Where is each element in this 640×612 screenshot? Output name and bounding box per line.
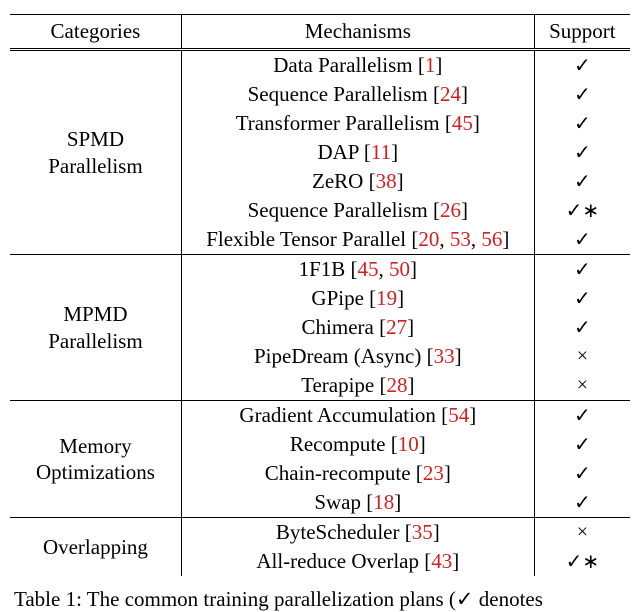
citation-link[interactable]: 56	[481, 227, 502, 251]
support-cell: ✓	[534, 401, 630, 431]
parallelization-table: Categories Mechanisms Support SPMDParall…	[10, 14, 630, 576]
mechanism-cell: Flexible Tensor Parallel [20, 53, 56]	[181, 225, 534, 255]
citation-link[interactable]: 27	[386, 315, 407, 339]
citation-link[interactable]: 23	[423, 461, 444, 485]
citation-link[interactable]: 11	[371, 140, 391, 164]
category-cell: MemoryOptimizations	[10, 401, 181, 518]
mechanism-cell: Swap [18]	[181, 488, 534, 518]
citation-link[interactable]: 28	[387, 373, 408, 397]
support-cell: ✓	[534, 459, 630, 488]
mechanism-cell: ZeRO [38]	[181, 167, 534, 196]
category-cell: SPMDParallelism	[10, 50, 181, 255]
mechanism-cell: Sequence Parallelism [24]	[181, 80, 534, 109]
citation-link[interactable]: 10	[398, 432, 419, 456]
citation-link[interactable]: 45	[452, 111, 473, 135]
citation-link[interactable]: 18	[373, 490, 394, 514]
citation-link[interactable]: 26	[440, 198, 461, 222]
category-cell: Overlapping	[10, 518, 181, 577]
citation-link[interactable]: 33	[434, 344, 455, 368]
support-cell: ✓	[534, 225, 630, 255]
mechanism-cell: DAP [11]	[181, 138, 534, 167]
citation-link[interactable]: 1	[425, 53, 436, 77]
mechanism-cell: Sequence Parallelism [26]	[181, 196, 534, 225]
mechanism-cell: Data Parallelism [1]	[181, 50, 534, 81]
citation-link[interactable]: 19	[376, 286, 397, 310]
category-cell: MPMDParallelism	[10, 255, 181, 401]
support-cell: ✓	[534, 80, 630, 109]
mechanism-cell: PipeDream (Async) [33]	[181, 342, 534, 371]
citation-link[interactable]: 45	[358, 257, 379, 281]
support-cell: ×	[534, 371, 630, 401]
support-cell: ×	[534, 518, 630, 548]
citation-link[interactable]: 53	[450, 227, 471, 251]
col-header-mechanisms: Mechanisms	[181, 15, 534, 50]
col-header-support: Support	[534, 15, 630, 50]
support-cell: ✓	[534, 488, 630, 518]
mechanism-cell: Recompute [10]	[181, 430, 534, 459]
support-cell: ✓	[534, 138, 630, 167]
support-cell: ✓∗	[534, 196, 630, 225]
mechanism-cell: 1F1B [45, 50]	[181, 255, 534, 285]
mechanism-cell: Chain-recompute [23]	[181, 459, 534, 488]
citation-link[interactable]: 43	[431, 549, 452, 573]
citation-link[interactable]: 35	[412, 520, 433, 544]
mechanism-cell: Chimera [27]	[181, 313, 534, 342]
support-cell: ✓	[534, 167, 630, 196]
table-caption: Table 1: The common training paralleliza…	[10, 576, 630, 612]
mechanism-cell: GPipe [19]	[181, 284, 534, 313]
support-cell: ✓	[534, 109, 630, 138]
citation-link[interactable]: 38	[376, 169, 397, 193]
mechanism-cell: ByteScheduler [35]	[181, 518, 534, 548]
support-cell: ✓	[534, 50, 630, 81]
mechanism-cell: Transformer Parallelism [45]	[181, 109, 534, 138]
col-header-categories: Categories	[10, 15, 181, 50]
citation-link[interactable]: 50	[389, 257, 410, 281]
support-cell: ✓∗	[534, 547, 630, 576]
support-cell: ×	[534, 342, 630, 371]
mechanism-cell: All-reduce Overlap [43]	[181, 547, 534, 576]
citation-link[interactable]: 24	[440, 82, 461, 106]
support-cell: ✓	[534, 255, 630, 285]
support-cell: ✓	[534, 313, 630, 342]
support-cell: ✓	[534, 284, 630, 313]
mechanism-cell: Gradient Accumulation [54]	[181, 401, 534, 431]
support-cell: ✓	[534, 430, 630, 459]
citation-link[interactable]: 54	[448, 403, 469, 427]
mechanism-cell: Terapipe [28]	[181, 371, 534, 401]
citation-link[interactable]: 20	[418, 227, 439, 251]
